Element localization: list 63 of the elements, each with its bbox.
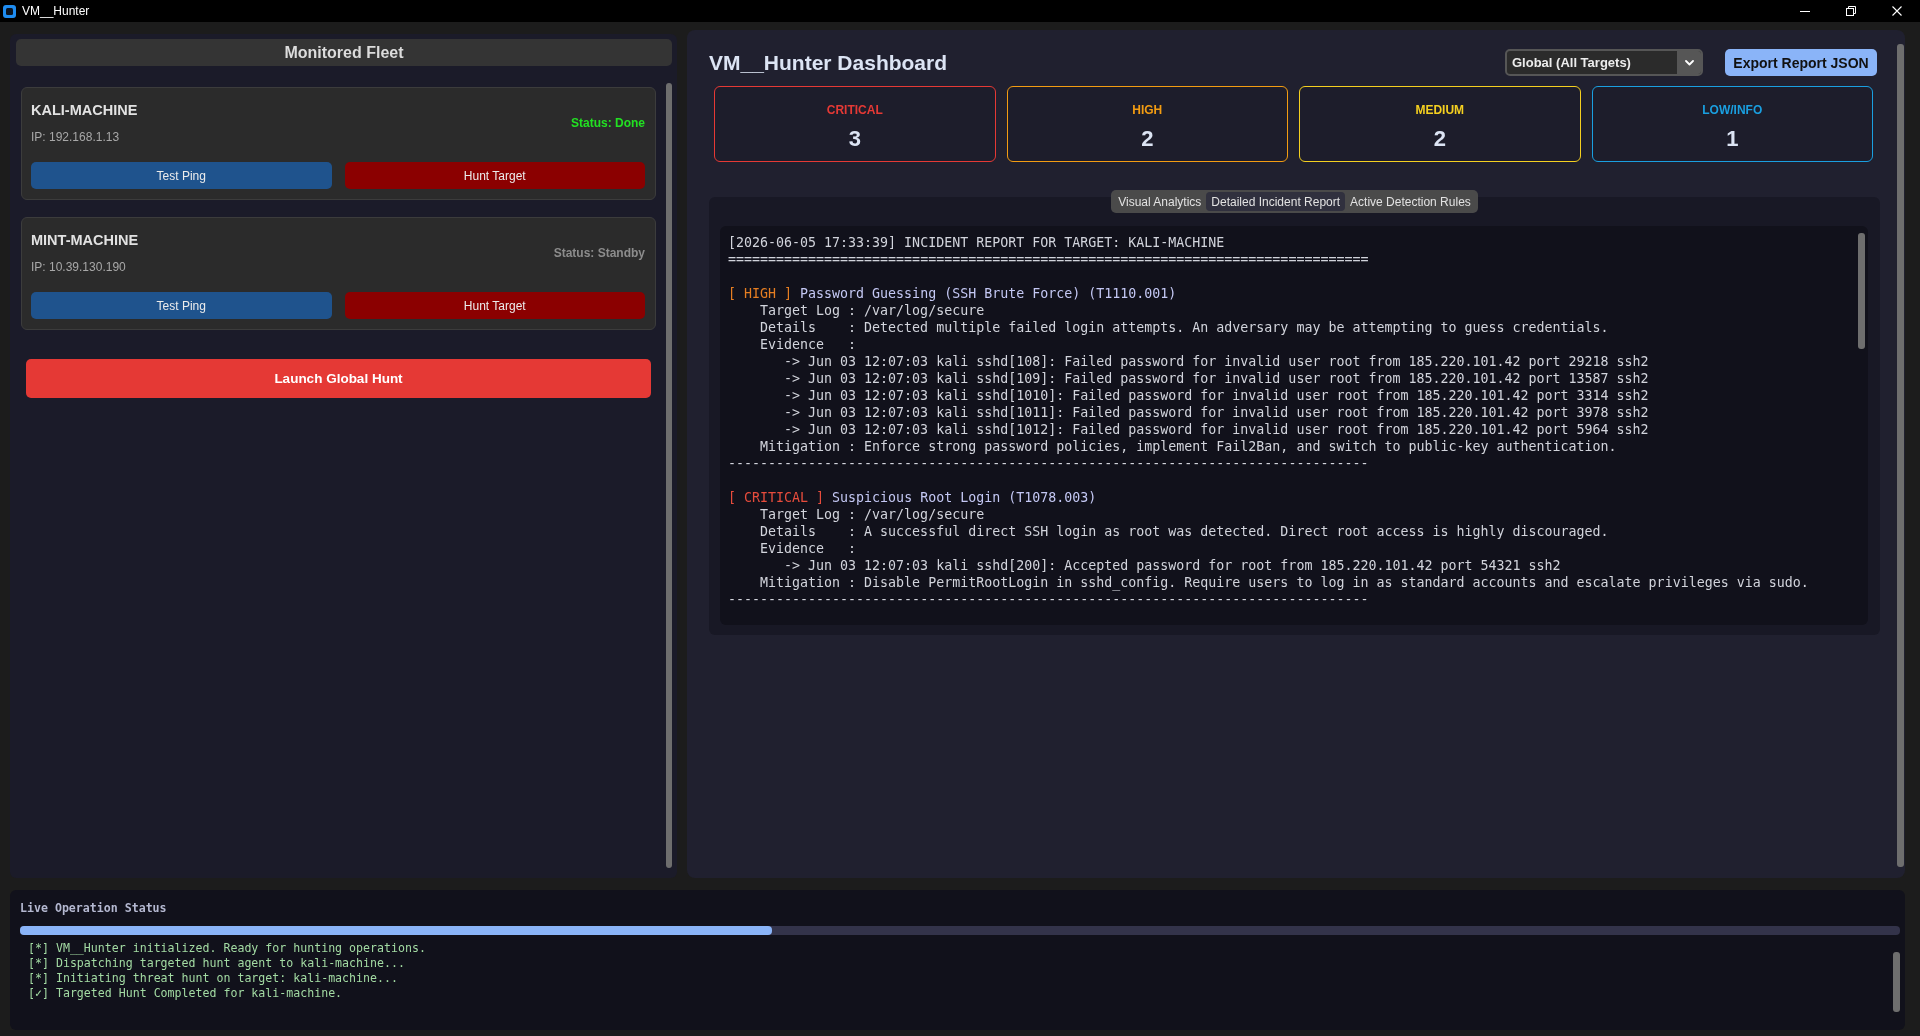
launch-global-hunt-button[interactable]: Launch Global Hunt bbox=[26, 359, 651, 398]
evidence-line: -> Jun 03 12:07:03 kali sshd[1010]: Failed password for invalid user root from 185.220.101.42 port 3314 ssh2 bbox=[783, 387, 1650, 404]
severity-count: 2 bbox=[1433, 126, 1446, 152]
chevron-down-icon bbox=[1684, 59, 1694, 66]
log-line: [✓] Targeted Hunt Completed for kali-machine. bbox=[28, 986, 344, 1001]
evidence-line: -> Jun 03 12:07:03 kali sshd[1011]: Failed password for invalid user root from 185.220.101.42 port 3978 ssh2 bbox=[783, 404, 1650, 421]
app-icon bbox=[3, 4, 16, 18]
report-line: [2026-06-05 17:33:39] INCIDENT REPORT FOR TARGET: KALI-MACHINE bbox=[728, 234, 1226, 251]
severity-count: 2 bbox=[1141, 126, 1154, 152]
severity-label: HIGH bbox=[1132, 103, 1163, 117]
scrollbar-thumb[interactable] bbox=[666, 83, 672, 868]
scrollbar-thumb[interactable] bbox=[1897, 44, 1904, 867]
evidence-line: -> Jun 03 12:07:03 kali sshd[109]: Failed password for invalid user root from 185.220.101.42 port 13587 ssh2 bbox=[783, 370, 1650, 387]
dashboard-title: VM__Hunter Dashboard bbox=[709, 50, 948, 75]
test-ping-button[interactable]: Test Ping bbox=[31, 292, 332, 319]
hunt-target-button[interactable]: Hunt Target bbox=[344, 162, 645, 189]
log-line: [*] Dispatching targeted hunt agent to kali-machine... bbox=[28, 956, 406, 971]
report-separator: ================================================================================ bbox=[728, 251, 1370, 268]
report-line: Mitigation : Disable PermitRootLogin in sshd_config. Require users to log in as standard accounts and escalate privileges via sudo. bbox=[759, 574, 1810, 591]
export-report-button[interactable]: Export Report JSON bbox=[1725, 49, 1877, 76]
tab[interactable]: Visual Analytics bbox=[1113, 192, 1207, 211]
severity-tag: [ HIGH ] bbox=[728, 286, 793, 301]
scrollbar-thumb[interactable] bbox=[1893, 952, 1900, 1012]
ip-address: IP: 10.39.130.190 bbox=[31, 260, 127, 274]
severity-tag: [ CRITICAL ] bbox=[728, 490, 825, 505]
status-text: Status: Done bbox=[571, 115, 645, 130]
panel-title: Live Operation Status bbox=[20, 901, 168, 915]
report-line: Target Log : /var/log/secure bbox=[759, 506, 986, 523]
severity-count: 1 bbox=[1726, 126, 1739, 152]
scope-dropdown[interactable]: Global (All Targets) bbox=[1505, 49, 1703, 76]
evidence-line: -> Jun 03 12:07:03 kali sshd[200]: Accepted password for root from 185.220.101.42 port 54321 ssh2 bbox=[783, 557, 1562, 574]
restore-icon bbox=[1846, 6, 1856, 16]
report-line: Evidence : bbox=[759, 540, 858, 557]
finding-title: Suspicious Root Login (T1078.003) bbox=[832, 490, 1097, 505]
evidence-line: -> Jun 03 12:07:03 kali sshd[1012]: Failed password for invalid user root from 185.220.101.42 port 5964 ssh2 bbox=[783, 421, 1650, 438]
machine-name: KALI-MACHINE bbox=[31, 101, 138, 119]
report-line: Mitigation : Enforce strong password policies, implement Fail2Ban, and switch to public-key authentication. bbox=[759, 438, 1618, 455]
status-text: Status: Standby bbox=[553, 245, 645, 260]
severity-label: LOW/INFO bbox=[1702, 103, 1763, 117]
tab[interactable]: Detailed Incident Report bbox=[1206, 192, 1346, 211]
scrollbar-thumb[interactable] bbox=[1858, 233, 1865, 349]
minimize-icon bbox=[1800, 10, 1810, 12]
panel-header: Monitored Fleet bbox=[16, 39, 672, 66]
log-line: [*] Initiating threat hunt on target: kali-machine... bbox=[28, 971, 399, 986]
machine-name: MINT-MACHINE bbox=[31, 231, 139, 249]
hunt-target-button[interactable]: Hunt Target bbox=[344, 292, 645, 319]
report-line: Details : A successful direct SSH login as root was detected. Direct root access is highly discouraged. bbox=[759, 523, 1610, 540]
test-ping-button[interactable]: Test Ping bbox=[31, 162, 332, 189]
severity-count: 3 bbox=[848, 126, 861, 152]
window-title: VM__Hunter bbox=[22, 4, 90, 18]
severity-label: CRITICAL bbox=[826, 103, 883, 117]
report-line: Evidence : bbox=[759, 336, 858, 353]
report-separator: -------------------------------------------------------------------------------- bbox=[728, 591, 1370, 608]
finding-title: Password Guessing (SSH Brute Force) (T1110.001) bbox=[800, 286, 1177, 301]
tab[interactable]: Active Detection Rules bbox=[1345, 192, 1476, 211]
ip-address: IP: 192.168.1.13 bbox=[31, 130, 121, 144]
report-line: Target Log : /var/log/secure bbox=[759, 302, 986, 319]
log-line: [*] VM__Hunter initialized. Ready for hunting operations. bbox=[28, 941, 427, 956]
close-icon bbox=[1892, 6, 1902, 16]
severity-label: MEDIUM bbox=[1415, 103, 1465, 117]
report-line: Details : Detected multiple failed login attempts. An adversary may be attempting to guess credentials. bbox=[759, 319, 1610, 336]
report-separator: -------------------------------------------------------------------------------- bbox=[728, 455, 1370, 472]
evidence-line: -> Jun 03 12:07:03 kali sshd[108]: Failed password for invalid user root from 185.220.101.42 port 29218 ssh2 bbox=[783, 353, 1650, 370]
